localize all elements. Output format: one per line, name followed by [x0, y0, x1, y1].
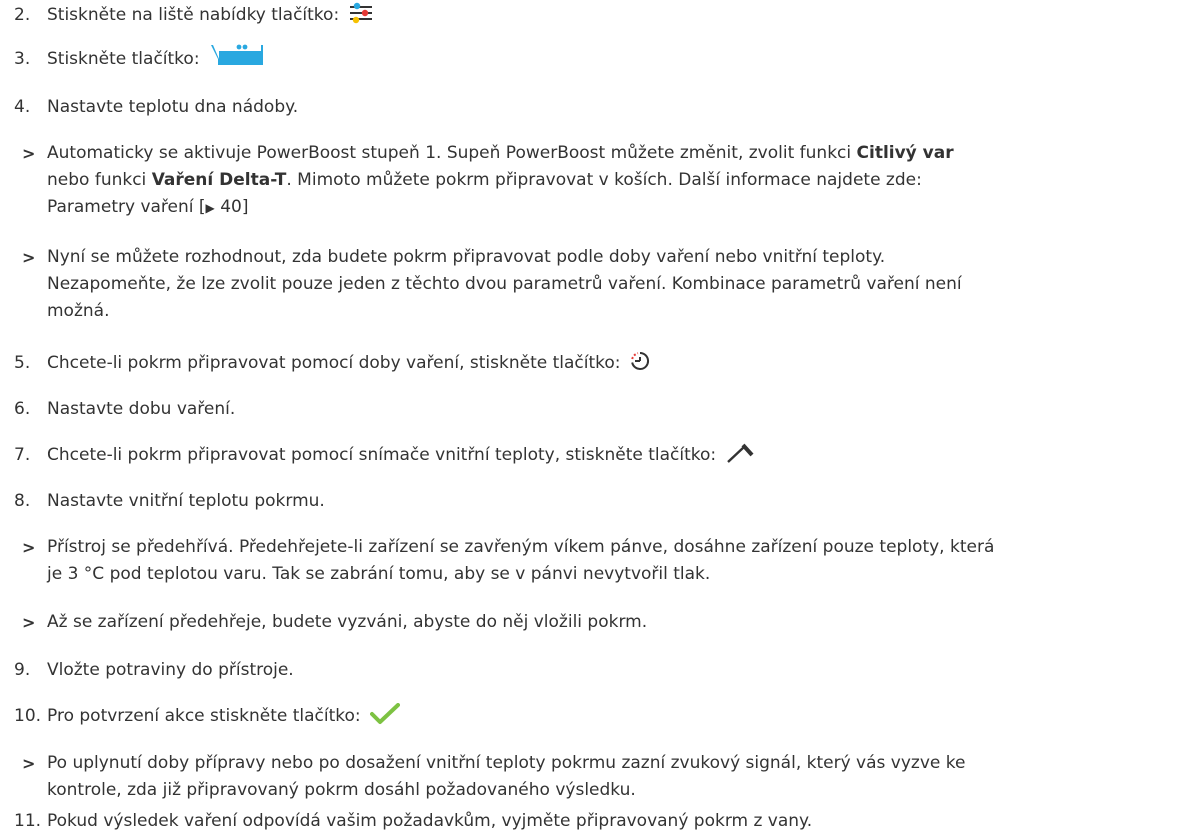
- result-text: je 3 °C pod teplotou varu. Tak se zabrán…: [47, 564, 711, 584]
- step-text: Chcete-li pokrm připravovat pomocí doby …: [47, 353, 621, 373]
- timer-icon: [631, 351, 649, 370]
- result-text: kontrole, zda již připravovaný pokrm dos…: [47, 780, 636, 800]
- result-text: Nezapomeňte, že lze zvolit pouze jeden z…: [47, 274, 962, 294]
- result-marker: >: [22, 538, 36, 557]
- instruction-document: 2. Stiskněte na liště nabídky tlačítko: …: [0, 0, 1197, 837]
- step-text: Nastavte vnitřní teplotu pokrmu.: [47, 491, 325, 511]
- step-text: Vložte potraviny do přístroje.: [47, 660, 294, 680]
- function-name: Citlivý var: [856, 143, 954, 163]
- result-text: . Mimoto můžete pokrm připravovat v koší…: [286, 170, 922, 190]
- step-number: 5.: [14, 353, 31, 373]
- vat-mode-icon: [210, 44, 263, 65]
- step-number: 6.: [14, 399, 31, 419]
- step-number: 2.: [14, 5, 31, 25]
- link-text: Parametry vaření [: [47, 197, 206, 217]
- step-number: 4.: [14, 97, 31, 117]
- result-text: Až se zařízení předehřeje, budete vyzván…: [47, 612, 648, 632]
- step-number: 9.: [14, 660, 31, 680]
- checkmark-icon: [370, 703, 401, 724]
- core-temperature-probe-icon: [726, 443, 754, 463]
- step-text: Nastavte teplotu dna nádoby.: [47, 97, 299, 117]
- step-text: Nastavte dobu vaření.: [47, 399, 236, 419]
- triangle-right-icon: ▶: [205, 201, 215, 215]
- step-number: 7.: [14, 445, 31, 465]
- result-text: Automaticky se aktivuje PowerBoost stupe…: [47, 143, 857, 163]
- step-number: 3.: [14, 49, 31, 69]
- step-text: Pro potvrzení akce stiskněte tlačítko:: [47, 706, 361, 726]
- function-name: Vaření Delta-T: [151, 170, 287, 190]
- step-number: 10.: [14, 706, 42, 726]
- result-text: Přístroj se předehřívá. Předehřejete-li …: [47, 537, 995, 557]
- step-text: Stiskněte tlačítko:: [47, 49, 200, 69]
- step-text: Chcete-li pokrm připravovat pomocí sníma…: [47, 445, 717, 465]
- result-text: Po uplynutí doby přípravy nebo po dosaže…: [47, 753, 966, 773]
- result-marker: >: [22, 248, 36, 267]
- result-text: Nyní se můžete rozhodnout, zda budete po…: [47, 247, 886, 267]
- step-text: Stiskněte na liště nabídky tlačítko:: [47, 5, 340, 25]
- cross-reference-link[interactable]: Parametry vaření [▶ 40]: [47, 194, 1180, 222]
- link-page: 40]: [220, 197, 249, 217]
- result-text: možná.: [47, 301, 110, 321]
- step-number: 8.: [14, 491, 31, 511]
- step-text: Pokud výsledek vaření odpovídá vašim pož…: [47, 811, 813, 831]
- result-text: nebo funkci: [47, 170, 152, 190]
- result-marker: >: [22, 144, 36, 163]
- result-marker: >: [22, 613, 36, 632]
- step-number: 11.: [14, 811, 42, 831]
- settings-menu-icon: [349, 2, 372, 24]
- result-marker: >: [22, 754, 36, 773]
